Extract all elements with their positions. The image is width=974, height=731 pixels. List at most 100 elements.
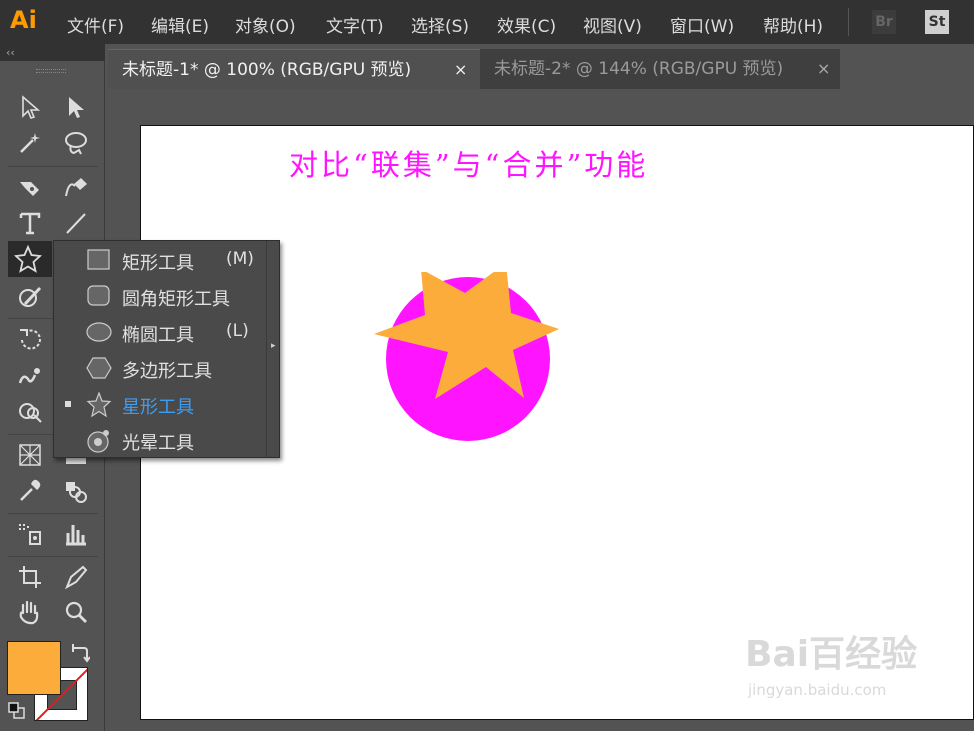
flyout-item-label: 矩形工具 [122, 253, 194, 274]
type-tool[interactable] [12, 207, 48, 241]
document-tab-bar: 未标题-1* @ 100% (RGB/GPU 预览) × 未标题-2* @ 14… [105, 44, 974, 91]
tab-label: 未标题-1* @ 100% (RGB/GPU 预览) [122, 60, 412, 80]
flyout-item-label: 光晕工具 [122, 433, 194, 454]
curvature-tool[interactable] [58, 171, 94, 205]
warp-tool[interactable] [12, 360, 48, 394]
eyedropper-icon [20, 479, 41, 501]
warp-icon [18, 368, 40, 384]
shape-builder-icon [19, 403, 42, 423]
artboard-icon [19, 566, 41, 588]
app-logo: Ai [10, 6, 37, 34]
flyout-item-polygon[interactable]: 多边形工具 [54, 350, 266, 386]
fill-swatch[interactable] [7, 641, 61, 695]
star-icon [86, 392, 112, 418]
column-graph-tool[interactable] [58, 518, 94, 552]
flyout-item-flare[interactable]: 光晕工具 [54, 422, 266, 458]
shaper-icon [19, 286, 42, 307]
flyout-item-label: 星形工具 [122, 397, 194, 418]
magnifier-icon [65, 601, 87, 623]
stock-button[interactable]: St [925, 10, 949, 34]
eyedropper-tool[interactable] [12, 475, 48, 509]
hand-icon [19, 600, 39, 625]
line-segment-tool[interactable] [58, 207, 94, 241]
slice-icon [65, 565, 88, 590]
pen-icon [20, 182, 39, 196]
artboard-title[interactable]: 对比“联集”与“合并”功能 [289, 142, 648, 184]
slice-tool[interactable] [58, 561, 94, 595]
star-tool[interactable] [8, 241, 52, 277]
watermark-logo: Bai百经验 [745, 634, 918, 675]
column-graph-icon [66, 525, 86, 546]
lasso-icon [65, 132, 87, 155]
menu-window[interactable]: 窗口(W) [670, 12, 734, 37]
zoom-tool[interactable] [58, 596, 94, 630]
menu-bar: Ai 文件(F) 编辑(E) 对象(O) 文字(T) 选择(S) 效果(C) 视… [0, 0, 974, 44]
collapse-toolbar-button[interactable]: ‹‹ [0, 44, 105, 61]
tab-document-1[interactable]: 未标题-1* @ 100% (RGB/GPU 预览) × [108, 49, 480, 89]
close-icon[interactable]: × [454, 50, 467, 90]
flyout-item-label: 多边形工具 [122, 361, 212, 382]
menu-type[interactable]: 文字(T) [326, 12, 384, 37]
shapes-group[interactable] [371, 272, 571, 452]
flyout-item-label: 椭圆工具 [122, 325, 194, 346]
panel-grip[interactable] [36, 69, 66, 73]
blend-icon [66, 482, 87, 503]
menu-file[interactable]: 文件(F) [67, 12, 124, 37]
tearoff-arrow-icon: ▸ [271, 341, 276, 351]
menu-object[interactable]: 对象(O) [235, 12, 296, 37]
rotate-tool[interactable] [12, 323, 48, 357]
blend-tool[interactable] [58, 475, 94, 509]
toolbar-divider [8, 513, 98, 514]
flyout-item-star[interactable]: 星形工具 [54, 386, 266, 422]
menu-divider [848, 8, 849, 36]
shape-builder-tool[interactable] [12, 396, 48, 430]
flyout-item-label: 圆角矩形工具 [122, 289, 230, 310]
menu-view[interactable]: 视图(V) [583, 12, 642, 37]
menu-effect[interactable]: 效果(C) [497, 12, 556, 37]
hand-tool[interactable] [12, 596, 48, 630]
menu-select[interactable]: 选择(S) [411, 12, 469, 37]
perspective-grid-tool[interactable] [12, 439, 48, 473]
flyout-item-ellipse[interactable]: 椭圆工具 (L) [54, 314, 266, 350]
rounded-rectangle-icon [87, 285, 110, 306]
flyout-item-shortcut: (L) [226, 321, 249, 341]
toolbar-divider [8, 556, 98, 557]
symbol-sprayer-icon [19, 524, 41, 545]
bridge-button[interactable]: Br [872, 10, 896, 34]
selected-bullet [65, 401, 71, 407]
tab-label: 未标题-2* @ 144% (RGB/GPU 预览) [494, 59, 784, 79]
tearoff-strip[interactable]: ▸ [266, 241, 280, 457]
selection-arrow-icon [22, 95, 41, 119]
swap-fill-stroke-icon[interactable] [70, 642, 90, 664]
selection-tool[interactable] [12, 91, 48, 125]
artboard-tool[interactable] [12, 561, 48, 595]
rectangle-icon [87, 249, 110, 270]
magic-wand-icon [20, 133, 40, 153]
direct-selection-tool[interactable] [58, 91, 94, 125]
menu-edit[interactable]: 编辑(E) [151, 12, 209, 37]
flare-icon [87, 430, 109, 453]
flyout-item-rounded-rectangle[interactable]: 圆角矩形工具 [54, 278, 266, 314]
polygon-icon [86, 357, 112, 379]
shaper-tool[interactable] [12, 281, 48, 315]
magic-wand-tool[interactable] [12, 127, 48, 161]
shape-tools-flyout: 矩形工具 (M) 圆角矩形工具 椭圆工具 (L) 多边形工具 星形工具 光晕工具… [53, 240, 280, 458]
menu-help[interactable]: 帮助(H) [763, 12, 823, 37]
line-segment-icon [66, 213, 86, 234]
rotate-icon [20, 329, 41, 350]
type-icon [19, 212, 41, 235]
pen-tool[interactable] [12, 171, 48, 205]
default-fill-stroke-icon[interactable] [8, 702, 26, 720]
symbol-sprayer-tool[interactable] [12, 518, 48, 552]
flyout-item-shortcut: (M) [226, 249, 254, 269]
curvature-pen-icon [65, 178, 87, 197]
direct-selection-arrow-icon [69, 97, 84, 118]
close-icon[interactable]: × [817, 49, 830, 89]
flyout-item-rectangle[interactable]: 矩形工具 (M) [54, 242, 266, 278]
tab-document-2[interactable]: 未标题-2* @ 144% (RGB/GPU 预览) × [480, 49, 840, 89]
lasso-tool[interactable] [58, 127, 94, 161]
toolbar-divider [8, 166, 98, 167]
perspective-grid-icon [19, 444, 41, 466]
ellipse-icon [86, 322, 112, 342]
star-icon [13, 244, 43, 273]
